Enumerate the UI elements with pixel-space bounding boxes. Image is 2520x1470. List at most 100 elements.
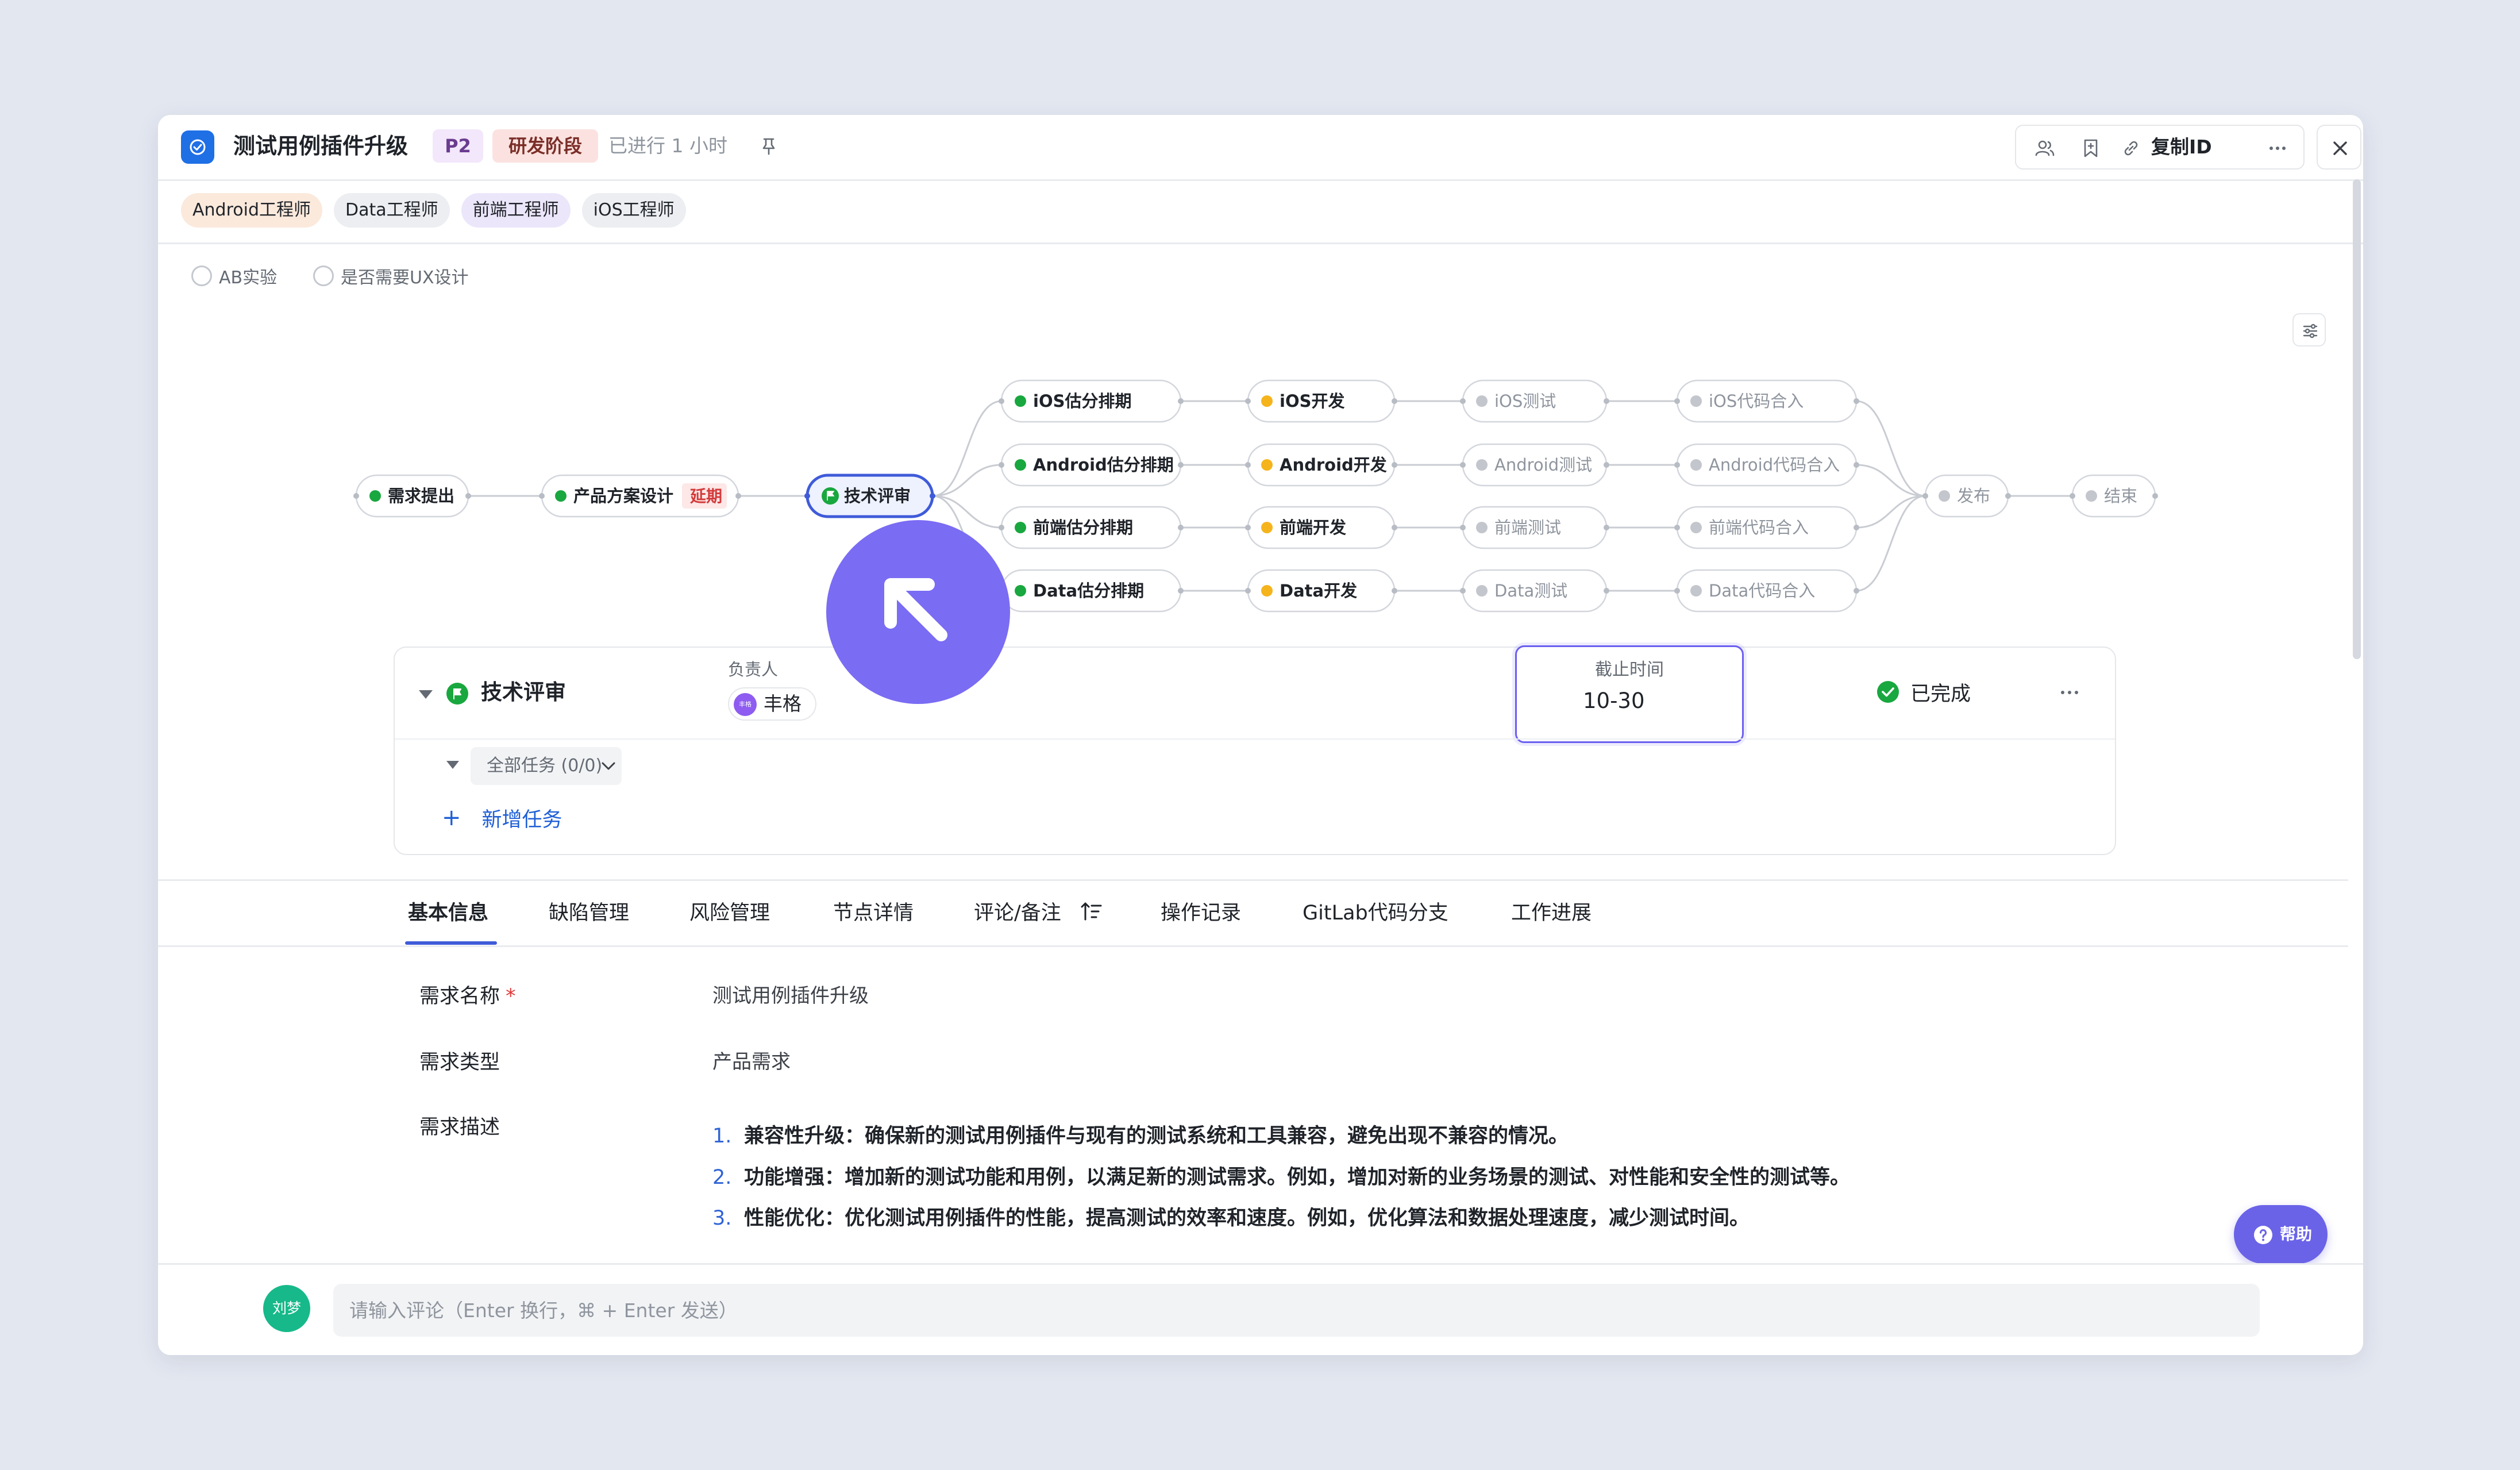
flow-node-frontend-estimate[interactable]: 前端估分排期 bbox=[999, 506, 1184, 549]
flow-node-label: 需求提出 bbox=[388, 486, 454, 506]
tab-gitlab-branches[interactable]: GitLab代码分支 bbox=[1303, 881, 1448, 945]
due-date-label: 截止时间 bbox=[1595, 660, 1664, 680]
status-dot bbox=[1690, 585, 1702, 597]
status-dot bbox=[1690, 395, 1702, 407]
flow-port bbox=[465, 493, 471, 499]
required-star: * bbox=[506, 985, 516, 1008]
status-dot bbox=[1476, 585, 1488, 597]
flow-node-ios-dev[interactable]: iOS开发 bbox=[1245, 379, 1397, 423]
flow-port bbox=[1392, 462, 1397, 468]
add-task-button[interactable]: + 新增任务 bbox=[442, 802, 562, 834]
desc-item-text: 性能优化：优化测试用例插件的性能，提高测试的效率和速度。例如，优化算法和数据处理… bbox=[744, 1207, 1750, 1230]
flow-node-ios-test[interactable]: iOS测试 bbox=[1460, 379, 1609, 423]
flow-node-ios-estimate[interactable]: iOS估分排期 bbox=[999, 379, 1184, 423]
desc-item[interactable]: 2. 功能增强：增加新的测试功能和用例，以满足新的测试需求。例如，增加对新的业务场… bbox=[712, 1161, 1850, 1190]
flow-node-label: 发布 bbox=[1957, 486, 1990, 506]
flow-port bbox=[1178, 398, 1184, 404]
flow-node-end[interactable]: 结束 bbox=[2070, 474, 2158, 518]
flow-port bbox=[353, 493, 359, 499]
subtasks-label: 全部任务 (0/0) bbox=[487, 756, 603, 776]
plus-icon: + bbox=[442, 805, 461, 831]
flow-port bbox=[1674, 588, 1680, 594]
flow-node-tech-review[interactable]: 技术评审 bbox=[804, 474, 935, 518]
flow-port bbox=[539, 493, 545, 499]
flow-port bbox=[1460, 525, 1466, 530]
check-circle-icon bbox=[1877, 681, 1899, 703]
flow-node-frontend-merge[interactable]: 前端代码合入 bbox=[1674, 506, 1859, 549]
flow-node-android-estimate[interactable]: Android估分排期 bbox=[999, 443, 1184, 487]
flow-port bbox=[1922, 493, 1928, 499]
desc-item[interactable]: 3. 性能优化：优化测试用例插件的性能，提高测试的效率和速度。例如，优化算法和数据… bbox=[712, 1202, 1750, 1231]
flow-node-label: iOS代码合入 bbox=[1709, 391, 1804, 411]
field-type-label: 需求类型 bbox=[419, 1051, 500, 1074]
subtasks-caret-icon[interactable] bbox=[446, 761, 459, 769]
flag-icon bbox=[822, 487, 839, 505]
flow-node-data-merge[interactable]: Data代码合入 bbox=[1674, 569, 1859, 613]
tab-bar: 基本信息 缺陷管理 风险管理 节点详情 评论/备注 操作记录 GitLab代码分… bbox=[158, 879, 2348, 947]
flow-node-android-merge[interactable]: Android代码合入 bbox=[1674, 443, 1859, 487]
status-badge[interactable]: 已完成 bbox=[1876, 678, 1971, 706]
flow-node-requirement-proposed[interactable]: 需求提出 bbox=[353, 474, 471, 518]
flow-node-product-design[interactable]: 产品方案设计 延期 bbox=[539, 474, 741, 518]
flow-node-ios-merge[interactable]: iOS代码合入 bbox=[1674, 379, 1859, 423]
flow-port bbox=[1604, 398, 1609, 404]
flow-node-data-dev[interactable]: Data开发 bbox=[1245, 569, 1397, 613]
flow-node-android-dev[interactable]: Android开发 bbox=[1245, 443, 1397, 487]
owner-chip[interactable]: 丰格 丰格 bbox=[728, 687, 816, 721]
flow-node-frontend-dev[interactable]: 前端开发 bbox=[1245, 506, 1397, 549]
status-dot bbox=[369, 490, 381, 502]
flow-port bbox=[804, 493, 810, 499]
collapse-caret-icon[interactable] bbox=[419, 690, 433, 699]
flow-port bbox=[1604, 588, 1609, 594]
scrollbar-thumb[interactable] bbox=[2353, 179, 2361, 659]
flow-port bbox=[1854, 588, 1859, 594]
flow-port bbox=[999, 398, 1004, 404]
flow-port bbox=[1854, 398, 1859, 404]
flow-node-label: 前端测试 bbox=[1494, 518, 1561, 537]
flow-connector bbox=[932, 400, 1002, 497]
flow-connector bbox=[932, 464, 1002, 497]
flow-connector bbox=[1856, 400, 1926, 497]
field-name-value[interactable]: 测试用例插件升级 bbox=[712, 980, 869, 1008]
flow-node-label: 前端估分排期 bbox=[1033, 518, 1133, 537]
tab-basic-info[interactable]: 基本信息 bbox=[408, 881, 488, 945]
comment-bar: 刘梦 bbox=[158, 1263, 2363, 1355]
flow-port bbox=[1245, 525, 1251, 530]
scrollbar[interactable] bbox=[2348, 179, 2363, 1300]
comment-input[interactable] bbox=[333, 1284, 2260, 1337]
sort-icon[interactable] bbox=[1080, 900, 1103, 923]
status-dot bbox=[1261, 522, 1273, 533]
flow-node-label: iOS测试 bbox=[1494, 391, 1556, 411]
tab-operation-log[interactable]: 操作记录 bbox=[1161, 881, 1241, 945]
flow-node-label: Android估分排期 bbox=[1033, 455, 1174, 475]
tab-comments[interactable]: 评论/备注 bbox=[974, 881, 1061, 945]
subtasks-filter[interactable]: 全部任务 (0/0) bbox=[471, 747, 622, 785]
flow-node-data-estimate[interactable]: Data估分排期 bbox=[999, 569, 1184, 613]
tab-defects[interactable]: 缺陷管理 bbox=[549, 881, 629, 945]
flow-port bbox=[1392, 398, 1397, 404]
flow-node-label: Android测试 bbox=[1494, 455, 1592, 475]
card-divider bbox=[395, 738, 2115, 740]
flow-node-data-test[interactable]: Data测试 bbox=[1460, 569, 1609, 613]
flow-node-release[interactable]: 发布 bbox=[1922, 474, 2011, 518]
tab-node-details[interactable]: 节点详情 bbox=[833, 881, 914, 945]
due-date-field[interactable]: 截止时间 10-30 bbox=[1515, 645, 1744, 743]
delay-badge-label: 延期 bbox=[689, 487, 722, 506]
list-number: 3. bbox=[712, 1207, 732, 1230]
more-icon[interactable] bbox=[2055, 681, 2084, 704]
tab-progress[interactable]: 工作进展 bbox=[1511, 881, 1592, 945]
flow-port bbox=[1460, 588, 1466, 594]
flow-node-label: Data估分排期 bbox=[1033, 581, 1144, 601]
help-button[interactable]: 帮助 bbox=[2234, 1205, 2328, 1264]
desc-item[interactable]: 1. 兼容性升级：确保新的测试用例插件与现有的测试系统和工具兼容，避免出现不兼容的… bbox=[712, 1119, 1569, 1149]
flow-node-label: 前端代码合入 bbox=[1709, 518, 1809, 537]
flow-port bbox=[1392, 588, 1397, 594]
flow-port bbox=[1245, 588, 1251, 594]
flow-node-label: 前端开发 bbox=[1280, 518, 1346, 537]
flow-node-frontend-test[interactable]: 前端测试 bbox=[1460, 506, 1609, 549]
flow-node-android-test[interactable]: Android测试 bbox=[1460, 443, 1609, 487]
tab-risks[interactable]: 风险管理 bbox=[689, 881, 770, 945]
field-type-value[interactable]: 产品需求 bbox=[712, 1046, 791, 1074]
flow-port bbox=[1604, 525, 1609, 530]
flow-connector bbox=[1856, 495, 1926, 592]
